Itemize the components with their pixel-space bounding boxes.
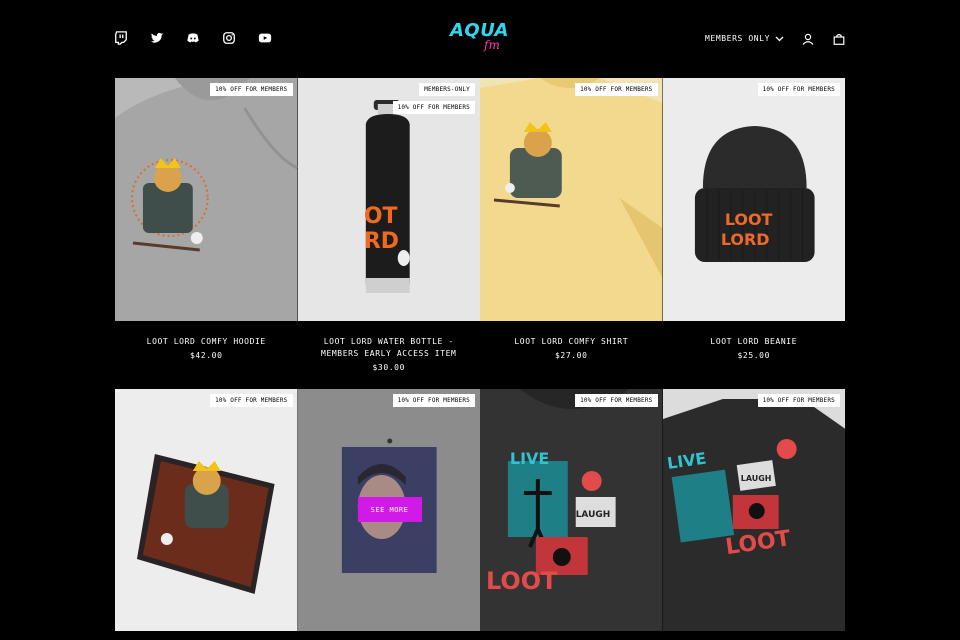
product-row: 10% OFF FOR MEMBERS 10% OFF FOR MEMBERS … <box>115 389 845 631</box>
svg-text:LOOT: LOOT <box>724 210 772 229</box>
header-actions: MEMBERS ONLY <box>705 32 846 45</box>
product-badge: 10% OFF FOR MEMBERS <box>210 394 293 407</box>
product-image[interactable]: 10% OFF FOR MEMBERS SEE MORE <box>297 389 480 631</box>
logo-sub-text: fm <box>484 38 500 52</box>
twitter-icon[interactable] <box>150 31 164 45</box>
hoodie-image <box>115 78 298 321</box>
product-card[interactable]: LOOT LORD 10% OFF FOR MEMBERS LOOT LORD … <box>662 78 846 389</box>
product-badge: 10% OFF FOR MEMBERS <box>757 394 840 407</box>
product-card[interactable]: 10% OFF FOR MEMBERS <box>115 389 298 631</box>
product-badge: 10% OFF FOR MEMBERS <box>575 394 658 407</box>
svg-text:LAUGH: LAUGH <box>576 510 610 520</box>
product-title[interactable]: LOOT LORD WATER BOTTLE - MEMBERS EARLY A… <box>298 336 481 360</box>
svg-text:LAUGH: LAUGH <box>740 474 771 483</box>
user-icon[interactable] <box>802 32 815 45</box>
site-header: AQUA fm MEMBERS ONLY <box>0 0 960 78</box>
shirt-image <box>480 78 663 321</box>
mousepad-image <box>115 389 298 631</box>
svg-text:LIVE: LIVE <box>510 449 549 468</box>
svg-text:LOOT: LOOT <box>486 567 558 595</box>
product-price: $27.00 <box>555 351 588 360</box>
product-image[interactable]: LOOT LORD 10% OFF FOR MEMBERS <box>662 78 845 321</box>
product-badge: 10% OFF FOR MEMBERS <box>210 83 293 96</box>
product-card[interactable]: 10% OFF FOR MEMBERS LOOT LORD COMFY HOOD… <box>115 78 298 389</box>
product-badge: MEMBERS-ONLY <box>419 83 475 96</box>
product-card[interactable]: LIVE LAUGH LOOT 10% OFF FOR MEMBERS <box>480 389 663 631</box>
live-laugh-loot-hoodie-image: LIVE LAUGH LOOT <box>480 389 663 631</box>
product-image[interactable]: 10% OFF FOR MEMBERS <box>115 78 298 321</box>
product-card[interactable]: 10% OFF FOR MEMBERS LOOT LORD COMFY SHIR… <box>480 78 663 389</box>
product-image[interactable]: LIVE LAUGH LOOT 10% OFF FOR MEMBERS <box>480 389 663 631</box>
product-card[interactable]: 10% OFF FOR MEMBERS SEE MORE <box>297 389 480 631</box>
discord-icon[interactable] <box>186 31 200 45</box>
bag-icon[interactable] <box>833 32 846 45</box>
product-image[interactable]: OT RD MEMBERS-ONLY 10% OFF FOR MEMBERS <box>297 78 480 321</box>
product-title[interactable]: LOOT LORD COMFY HOODIE <box>115 336 298 348</box>
product-price: $25.00 <box>737 351 770 360</box>
logo-main-text: AQUA <box>450 20 509 41</box>
product-badge: 10% OFF FOR MEMBERS <box>757 83 840 96</box>
product-badge: 10% OFF FOR MEMBERS <box>575 83 658 96</box>
product-title[interactable]: LOOT LORD COMFY SHIRT <box>480 336 663 348</box>
chevron-down-icon <box>775 36 784 41</box>
svg-text:RD: RD <box>363 229 398 254</box>
members-dropdown[interactable]: MEMBERS ONLY <box>705 34 784 43</box>
product-badge: 10% OFF FOR MEMBERS <box>392 394 475 407</box>
product-image[interactable]: LIVE LAUGH LOOT 10% OFF FOR MEMBERS <box>662 389 845 631</box>
water-bottle-image: OT RD <box>297 78 480 321</box>
product-price: $42.00 <box>190 351 223 360</box>
product-badge: 10% OFF FOR MEMBERS <box>392 101 475 114</box>
see-more-button[interactable]: SEE MORE <box>357 497 422 522</box>
twitch-icon[interactable] <box>114 31 128 45</box>
product-price: $30.00 <box>372 363 405 372</box>
members-dropdown-label: MEMBERS ONLY <box>705 34 770 43</box>
svg-text:LORD: LORD <box>720 230 769 249</box>
product-title[interactable]: LOOT LORD BEANIE <box>663 336 846 348</box>
live-laugh-loot-shirt-image: LIVE LAUGH LOOT <box>662 389 845 631</box>
youtube-icon[interactable] <box>258 31 272 45</box>
instagram-icon[interactable] <box>222 31 236 45</box>
product-card[interactable]: OT RD MEMBERS-ONLY 10% OFF FOR MEMBERS L… <box>297 78 481 389</box>
beanie-image: LOOT LORD <box>662 78 845 321</box>
product-image[interactable]: 10% OFF FOR MEMBERS <box>480 78 663 321</box>
product-image[interactable]: 10% OFF FOR MEMBERS <box>115 389 298 631</box>
social-links <box>114 31 272 45</box>
product-row: 10% OFF FOR MEMBERS LOOT LORD COMFY HOOD… <box>115 78 845 389</box>
site-logo[interactable]: AQUA fm <box>447 20 513 60</box>
svg-text:OT: OT <box>363 204 397 229</box>
product-card[interactable]: LIVE LAUGH LOOT 10% OFF FOR MEMBERS <box>662 389 845 631</box>
